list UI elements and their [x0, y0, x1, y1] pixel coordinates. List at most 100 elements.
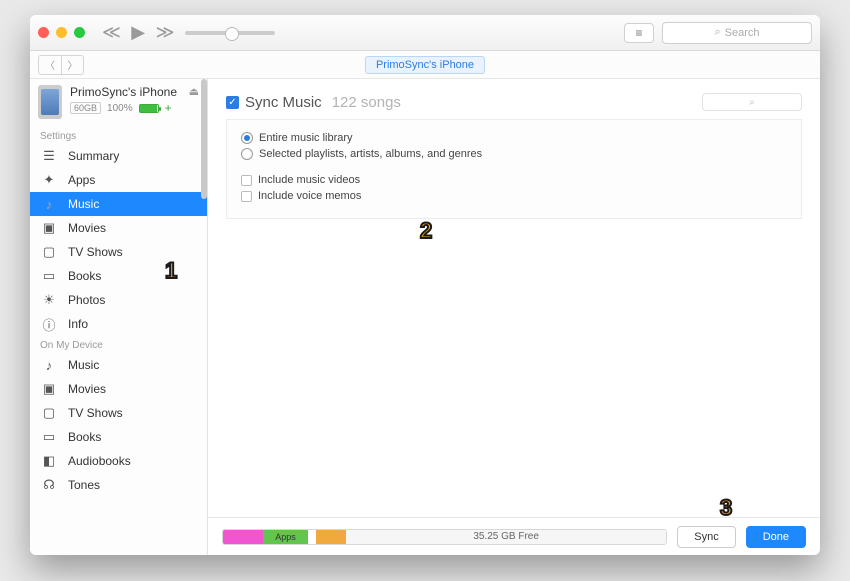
sidebar-item-summary[interactable]: Summary: [30, 144, 207, 168]
window-body: PrimoSync's iPhone 60GB 100% + ⏏ Setting…: [30, 79, 820, 555]
tv-icon: [40, 244, 58, 260]
sync-music-checkbox[interactable]: ✓: [226, 96, 239, 109]
device-capacity-badge: 60GB: [70, 102, 101, 114]
battery-icon: [139, 104, 159, 113]
ondevice-item-tvshows[interactable]: TV Shows: [30, 401, 207, 425]
device-header: PrimoSync's iPhone 60GB 100% + ⏏: [30, 79, 207, 127]
option-entire-library[interactable]: Entire music library: [241, 130, 787, 146]
titlebar: ≪ ▶ ≫ ≡ ⌕ Search: [30, 15, 820, 51]
play-icon[interactable]: ▶: [131, 22, 145, 42]
sidebar-item-photos[interactable]: Photos: [30, 288, 207, 312]
scrollbar[interactable]: [201, 79, 207, 199]
movies-icon: [40, 381, 58, 397]
battery-percent: 100%: [107, 103, 133, 114]
tones-icon: [40, 477, 58, 493]
forward-button[interactable]: 〉: [61, 56, 83, 74]
nav-back-forward: 〈 〉: [38, 55, 84, 75]
sidebar-label: Tones: [68, 478, 100, 492]
sidebar-label: Music: [68, 358, 99, 372]
volume-slider[interactable]: [185, 31, 275, 35]
sync-music-label: Sync Music: [245, 94, 322, 111]
global-search-input[interactable]: ⌕ Search: [662, 22, 812, 44]
checkbox-icon: [241, 191, 252, 202]
device-name: PrimoSync's iPhone: [70, 85, 181, 99]
sync-button[interactable]: Sync: [677, 526, 735, 548]
ondevice-item-books[interactable]: Books: [30, 425, 207, 449]
sync-options-panel: Entire music library Selected playlists,…: [226, 119, 802, 219]
device-pill[interactable]: PrimoSync's iPhone: [365, 56, 485, 74]
capacity-seg-photos: [316, 530, 346, 544]
sidebar-label: Info: [68, 317, 88, 331]
sidebar-item-tvshows[interactable]: TV Shows: [30, 240, 207, 264]
section-settings: Settings: [30, 127, 207, 144]
option-selected-playlists[interactable]: Selected playlists, artists, albums, and…: [241, 146, 787, 162]
books-icon: [40, 429, 58, 445]
option-label: Include music videos: [258, 174, 360, 186]
window-controls: [38, 27, 85, 38]
capacity-seg-apps: Apps: [263, 530, 308, 544]
capacity-seg-other: [308, 530, 316, 544]
audiobooks-icon: [40, 453, 58, 469]
checkbox-icon: [241, 175, 252, 186]
device-thumbnail-icon: [38, 85, 62, 119]
sidebar-item-movies[interactable]: Movies: [30, 216, 207, 240]
song-count: 122 songs: [332, 94, 401, 111]
sidebar-label: Books: [68, 430, 101, 444]
sub-toolbar: 〈 〉 PrimoSync's iPhone: [30, 51, 820, 79]
ondevice-item-music[interactable]: Music: [30, 353, 207, 377]
option-include-videos[interactable]: Include music videos: [241, 172, 787, 188]
sidebar-label: Movies: [68, 221, 106, 235]
option-label: Include voice memos: [258, 190, 361, 202]
sidebar-label: TV Shows: [68, 245, 123, 259]
bottom-bar: Apps 35.25 GB Free Sync Done: [208, 517, 820, 555]
summary-icon: [40, 148, 58, 164]
zoom-icon[interactable]: [74, 27, 85, 38]
sidebar-label: Summary: [68, 149, 119, 163]
capacity-seg-audio: [223, 530, 263, 544]
sidebar-label: Movies: [68, 382, 106, 396]
fast-forward-icon[interactable]: ≫: [156, 22, 175, 42]
sidebar-label: Books: [68, 269, 101, 283]
option-include-memos[interactable]: Include voice memos: [241, 188, 787, 204]
sidebar-item-music[interactable]: Music: [30, 192, 207, 216]
option-label: Selected playlists, artists, albums, and…: [259, 148, 482, 160]
tv-icon: [40, 405, 58, 421]
content-pane: ✓ Sync Music 122 songs ⌕ Entire music li…: [208, 79, 820, 555]
sidebar-item-info[interactable]: Info: [30, 312, 207, 336]
sidebar-label: TV Shows: [68, 406, 123, 420]
minimize-icon[interactable]: [56, 27, 67, 38]
music-icon: [40, 357, 58, 373]
charging-icon: +: [165, 101, 172, 115]
list-view-button[interactable]: ≡: [624, 23, 654, 43]
playback-controls: ≪ ▶ ≫: [99, 22, 177, 43]
ondevice-item-audiobooks[interactable]: Audiobooks: [30, 449, 207, 473]
section-ondevice: On My Device: [30, 336, 207, 353]
rewind-icon[interactable]: ≪: [102, 22, 121, 42]
content-search-input[interactable]: ⌕: [702, 93, 802, 111]
sidebar-item-books[interactable]: Books: [30, 264, 207, 288]
back-button[interactable]: 〈: [39, 56, 61, 74]
sidebar-label: Apps: [68, 173, 95, 187]
close-icon[interactable]: [38, 27, 49, 38]
itunes-window: ≪ ▶ ≫ ≡ ⌕ Search 〈 〉 PrimoSync's iPhone: [30, 15, 820, 555]
done-button[interactable]: Done: [746, 526, 806, 548]
books-icon: [40, 268, 58, 284]
search-placeholder: Search: [725, 27, 760, 39]
capacity-bar: Apps 35.25 GB Free: [222, 529, 667, 545]
capacity-free: 35.25 GB Free: [346, 530, 666, 544]
eject-button[interactable]: ⏏: [189, 85, 199, 98]
photos-icon: [40, 292, 58, 308]
sidebar-item-apps[interactable]: Apps: [30, 168, 207, 192]
sidebar: PrimoSync's iPhone 60GB 100% + ⏏ Setting…: [30, 79, 208, 555]
apps-icon: [40, 172, 58, 188]
search-icon: ⌕: [714, 26, 720, 39]
music-icon: [40, 196, 58, 212]
sidebar-label: Audiobooks: [68, 454, 131, 468]
movies-icon: [40, 220, 58, 236]
ondevice-item-movies[interactable]: Movies: [30, 377, 207, 401]
ondevice-item-tones[interactable]: Tones: [30, 473, 207, 497]
sidebar-label: Music: [68, 197, 99, 211]
sync-header: ✓ Sync Music 122 songs ⌕: [226, 93, 802, 111]
info-icon: [40, 316, 58, 332]
sidebar-label: Photos: [68, 293, 105, 307]
